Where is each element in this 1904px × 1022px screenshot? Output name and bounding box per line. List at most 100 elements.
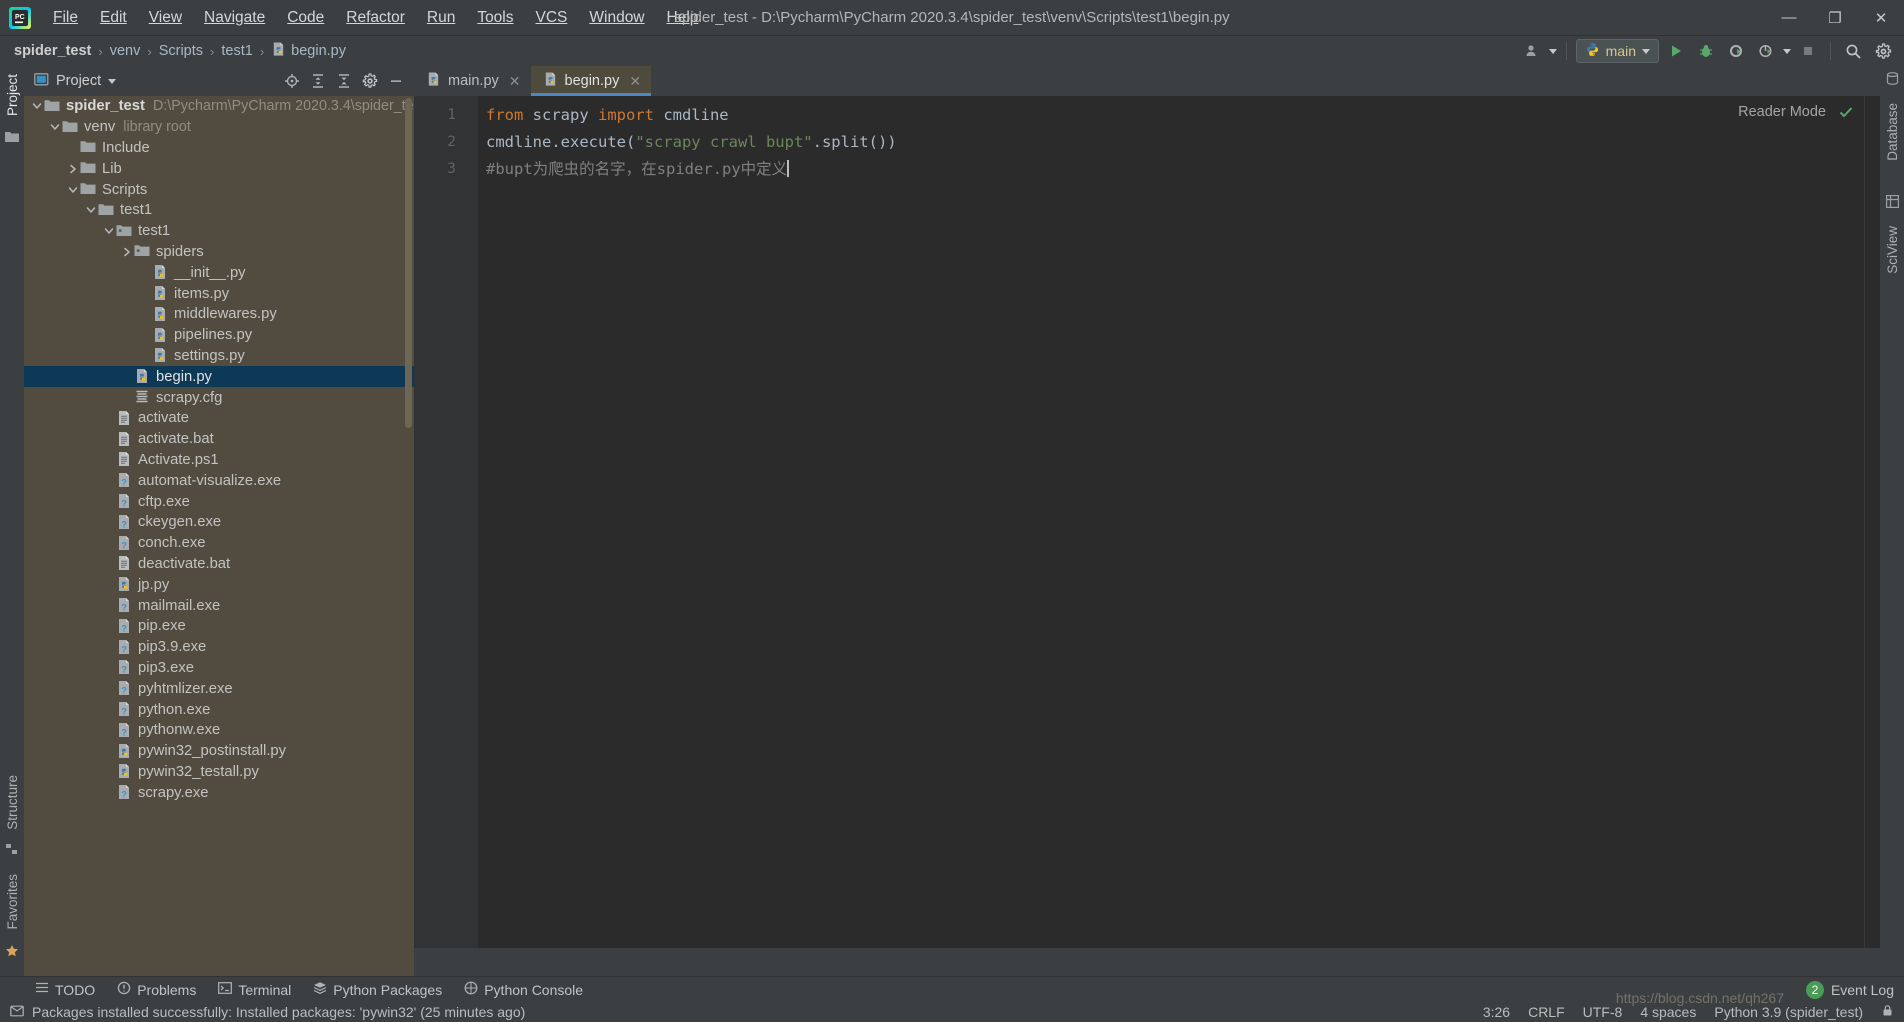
tool-python-packages[interactable]: Python Packages — [302, 978, 453, 1001]
menu-run[interactable]: Run — [416, 5, 466, 31]
search-icon[interactable] — [1840, 39, 1866, 63]
tree-row[interactable]: ? pip3.9.exe — [24, 637, 414, 658]
tree-row[interactable]: Activate.ps1 — [24, 450, 414, 471]
tree-row[interactable]: ? ckeygen.exe — [24, 512, 414, 533]
menu-vcs[interactable]: VCS — [525, 5, 579, 31]
sciview-icon[interactable] — [1885, 194, 1899, 212]
code-fold-strip[interactable] — [466, 96, 478, 948]
maximize-button[interactable]: ❐ — [1812, 0, 1858, 36]
minimize-button[interactable]: — — [1766, 0, 1812, 36]
user-icon[interactable] — [1519, 39, 1545, 63]
sidebar-tab-project[interactable]: Project — [1, 66, 24, 124]
project-tree[interactable]: spider_test D:\Pycharm\PyCharm 2020.3.4\s… — [24, 96, 414, 976]
editor-marker-strip[interactable] — [1864, 96, 1880, 948]
tree-row[interactable]: ? cftp.exe — [24, 491, 414, 512]
tab-main-py[interactable]: main.py ✕ — [414, 66, 531, 96]
tree-row[interactable]: __init__.py — [24, 262, 414, 283]
code-editor[interactable]: 123 from scrapy import cmdline cmdline.ex… — [414, 96, 1880, 948]
tree-row[interactable]: ? pythonw.exe — [24, 720, 414, 741]
menu-navigate[interactable]: Navigate — [193, 5, 276, 31]
tree-row[interactable]: test1 — [24, 221, 414, 242]
line-separator[interactable]: CRLF — [1528, 1004, 1565, 1020]
settings-gear-icon[interactable] — [358, 70, 382, 92]
tree-row-selected[interactable]: begin.py — [24, 366, 414, 388]
hide-panel-icon[interactable] — [384, 70, 408, 92]
sidebar-tab-database[interactable]: Database — [1881, 95, 1904, 169]
tree-row[interactable]: items.py — [24, 283, 414, 304]
tree-row[interactable]: test1 — [24, 200, 414, 221]
tab-begin-py[interactable]: begin.py ✕ — [530, 66, 652, 96]
tree-scrollbar[interactable] — [405, 98, 412, 428]
close-icon[interactable]: ✕ — [509, 73, 521, 90]
breadcrumb-item-file[interactable]: begin.py — [271, 41, 346, 61]
menu-window[interactable]: Window — [578, 5, 655, 31]
collapse-all-icon[interactable] — [332, 70, 356, 92]
event-log-button[interactable]: 2 Event Log — [1805, 980, 1894, 999]
profile-dropdown-caret-icon[interactable] — [1783, 48, 1791, 54]
menu-code[interactable]: Code — [276, 5, 335, 31]
database-icon[interactable] — [1886, 72, 1899, 89]
chevron-right-icon[interactable] — [120, 246, 134, 258]
tree-row[interactable]: activate — [24, 408, 414, 429]
sidebar-tab-sciview[interactable]: SciView — [1881, 218, 1904, 282]
chevron-down-icon[interactable] — [102, 225, 116, 237]
tool-todo[interactable]: TODO — [24, 978, 106, 1001]
chevron-right-icon[interactable] — [66, 163, 80, 175]
tree-row[interactable]: settings.py — [24, 346, 414, 367]
inspection-ok-icon[interactable] — [1838, 104, 1854, 124]
breadcrumb-item-project[interactable]: spider_test — [14, 43, 91, 59]
tree-row[interactable]: Scripts — [24, 179, 414, 200]
tree-row[interactable]: ? pyhtmlizer.exe — [24, 678, 414, 699]
reader-mode-label[interactable]: Reader Mode — [1738, 104, 1826, 120]
python-interpreter[interactable]: Python 3.9 (spider_test) — [1714, 1004, 1863, 1020]
menu-help[interactable]: Help — [656, 5, 710, 31]
structure-icon[interactable] — [5, 843, 19, 860]
file-encoding[interactable]: UTF-8 — [1583, 1004, 1623, 1020]
tree-row[interactable]: ? scrapy.exe — [24, 782, 414, 803]
tree-row[interactable]: middlewares.py — [24, 304, 414, 325]
menu-tools[interactable]: Tools — [466, 5, 524, 31]
tree-row[interactable]: ? mailmail.exe — [24, 595, 414, 616]
tree-row[interactable]: scrapy.cfg — [24, 387, 414, 408]
menu-file[interactable]: File — [42, 5, 89, 31]
menu-refactor[interactable]: Refactor — [335, 5, 416, 31]
locate-icon[interactable] — [280, 70, 304, 92]
tree-row[interactable]: spider_test D:\Pycharm\PyCharm 2020.3.4\s… — [24, 96, 414, 117]
tree-row[interactable]: venv library root — [24, 117, 414, 138]
chevron-down-icon[interactable] — [66, 184, 80, 196]
tree-row[interactable]: pywin32_postinstall.py — [24, 741, 414, 762]
chevron-down-icon[interactable] — [84, 204, 98, 216]
chevron-down-icon[interactable] — [30, 100, 44, 112]
run-icon[interactable] — [1663, 39, 1689, 63]
breadcrumb-item-scripts[interactable]: Scripts — [159, 43, 203, 59]
project-folder-icon[interactable] — [5, 130, 19, 147]
debug-icon[interactable] — [1693, 39, 1719, 63]
close-button[interactable]: ✕ — [1858, 0, 1904, 36]
breadcrumb-item-test1[interactable]: test1 — [221, 43, 252, 59]
tree-row[interactable]: deactivate.bat — [24, 554, 414, 575]
tree-row[interactable]: jp.py — [24, 574, 414, 595]
tool-problems[interactable]: Problems — [106, 978, 207, 1001]
tree-row[interactable]: ? conch.exe — [24, 533, 414, 554]
star-icon[interactable] — [5, 944, 19, 962]
breadcrumb-item-venv[interactable]: venv — [110, 43, 141, 59]
menu-view[interactable]: View — [138, 5, 193, 31]
tree-row[interactable]: pipelines.py — [24, 325, 414, 346]
user-dropdown-caret-icon[interactable] — [1548, 48, 1557, 54]
close-icon[interactable]: ✕ — [629, 73, 641, 90]
code-content[interactable]: from scrapy import cmdline cmdline.execut… — [478, 96, 1880, 948]
sidebar-tab-structure[interactable]: Structure — [1, 767, 24, 838]
profile-icon[interactable] — [1753, 39, 1779, 63]
chevron-down-icon[interactable] — [48, 121, 62, 133]
coverage-icon[interactable] — [1723, 39, 1749, 63]
lock-icon[interactable] — [1881, 1004, 1894, 1020]
expand-all-icon[interactable] — [306, 70, 330, 92]
tree-row[interactable]: activate.bat — [24, 429, 414, 450]
notification-icon[interactable] — [10, 1004, 24, 1021]
caret-position[interactable]: 3:26 — [1483, 1004, 1510, 1020]
tree-row[interactable]: ? automat-visualize.exe — [24, 470, 414, 491]
indent-setting[interactable]: 4 spaces — [1640, 1004, 1696, 1020]
tool-terminal[interactable]: Terminal — [207, 978, 302, 1001]
tree-row[interactable]: Include — [24, 138, 414, 159]
status-message[interactable]: Packages installed successfully: Install… — [32, 1004, 525, 1020]
